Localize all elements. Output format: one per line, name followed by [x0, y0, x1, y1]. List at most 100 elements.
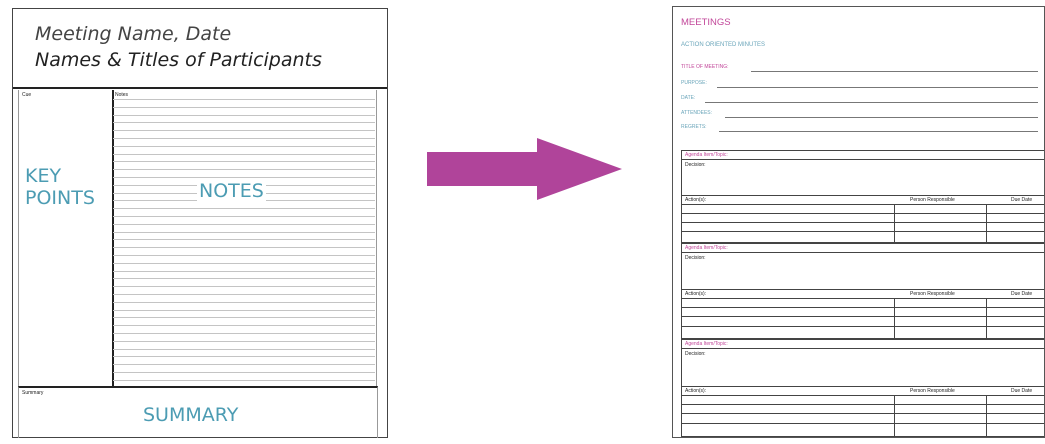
agenda-topic-label: Agenda Item/Topic: [682, 151, 1044, 160]
field-label: REGRETS: [681, 124, 707, 130]
ruled-line [113, 99, 375, 100]
table-col-line [986, 298, 987, 339]
agenda-topic-label: Agenda Item/Topic: [682, 340, 1044, 349]
agenda-block: Agenda Item/Topic: Decision: Action(s): … [681, 243, 1044, 339]
meetings-template-page: MEETINGS ACTION ORIENTED MINUTES TITLE O… [672, 6, 1045, 438]
meetings-title: MEETINGS [681, 17, 731, 28]
ruled-line [113, 122, 375, 124]
field-label: PURPOSE: [681, 80, 707, 86]
ruled-line [113, 270, 375, 272]
table-row-line [682, 231, 1044, 232]
due-date-label: Due Date [1011, 197, 1033, 203]
ruled-line [113, 223, 375, 225]
ruled-line [113, 262, 375, 264]
ruled-line [113, 106, 375, 108]
ruled-line [113, 208, 375, 210]
meeting-name-text: Meeting Name, Date [35, 23, 232, 45]
ruled-line [113, 333, 375, 334]
ruled-line [113, 286, 375, 288]
key-points-text: KEY POINTS [25, 165, 95, 209]
table-row-line [682, 316, 1044, 317]
ruled-line [113, 153, 375, 155]
person-responsible-label: Person Responsible [910, 388, 955, 394]
ruled-line [113, 255, 375, 256]
ruled-line [113, 177, 375, 178]
field-label: ATTENDEES: [681, 110, 713, 116]
meetings-subtitle: ACTION ORIENTED MINUTES [681, 42, 766, 48]
cue-label: Cue [22, 92, 32, 98]
ruled-lines [113, 97, 375, 385]
table-col-line [986, 204, 987, 243]
table-row-line [682, 307, 1044, 308]
field-underline [719, 131, 1038, 132]
table-col-line [894, 395, 895, 437]
field-underline [717, 87, 1038, 88]
ruled-line [113, 364, 375, 366]
agenda-block: Agenda Item/Topic: Decision: Action(s): … [681, 339, 1044, 437]
table-row-line [682, 222, 1044, 223]
key-points-line1: KEY [25, 165, 62, 187]
decision-label: Decision: [685, 255, 706, 261]
table-col-line [986, 395, 987, 437]
summary-box: Summary SUMMARY [18, 386, 378, 438]
field-regrets: REGRETS: [681, 124, 1038, 134]
ruled-line [113, 239, 375, 241]
table-row-line [682, 213, 1044, 214]
ruled-line [113, 247, 375, 249]
table-col-line [894, 204, 895, 243]
field-attendees: ATTENDEES: [681, 110, 1038, 120]
ruled-line [113, 145, 375, 147]
table-col-line [894, 298, 895, 339]
agenda-block: Agenda Item/Topic: Decision: Action(s): … [681, 150, 1044, 243]
ruled-line [113, 231, 375, 233]
field-underline [751, 71, 1038, 72]
cue-column: Cue KEY POINTS [18, 90, 114, 386]
ruled-line [113, 379, 375, 381]
right-arrow-icon [427, 138, 622, 200]
notes-big-text: NOTES [197, 180, 266, 202]
due-date-label: Due Date [1011, 388, 1033, 394]
ruled-line [113, 216, 375, 217]
cornell-notes-page: Meeting Name, Date Names & Titles of Par… [12, 8, 388, 438]
field-date: DATE: [681, 95, 1038, 105]
key-points-line2: POINTS [25, 187, 95, 209]
summary-big-text: SUMMARY [143, 404, 239, 426]
ruled-line [113, 294, 375, 295]
table-row-line [682, 326, 1044, 327]
ruled-line [113, 356, 375, 358]
field-label: TITLE OF MEETING: [681, 64, 729, 70]
field-title-of-meeting: TITLE OF MEETING: [681, 64, 1038, 74]
field-underline [705, 102, 1038, 103]
person-responsible-label: Person Responsible [910, 291, 955, 297]
ruled-line [113, 301, 375, 303]
decision-label: Decision: [685, 162, 706, 168]
ruled-line [113, 325, 375, 327]
table-row-line [682, 413, 1044, 414]
decision-label: Decision: [685, 351, 706, 357]
field-underline [725, 117, 1038, 118]
agenda-topic-label: Agenda Item/Topic: [682, 244, 1044, 253]
ruled-line [113, 309, 375, 311]
table-row-line [682, 404, 1044, 405]
due-date-label: Due Date [1011, 291, 1033, 297]
ruled-line [113, 348, 375, 350]
actions-label: Action(s): [685, 291, 707, 297]
header-box: Meeting Name, Date Names & Titles of Par… [13, 9, 387, 89]
ruled-line [113, 114, 375, 116]
ruled-line [113, 138, 375, 139]
actions-label: Action(s): [685, 197, 707, 203]
table-row-line [682, 423, 1044, 424]
ruled-line [113, 317, 375, 319]
summary-label: Summary [22, 390, 44, 396]
participants-text: Names & Titles of Participants [35, 49, 322, 71]
actions-header: Action(s): Person Responsible Due Date [682, 386, 1044, 396]
ruled-line [113, 169, 375, 171]
actions-header: Action(s): Person Responsible Due Date [682, 195, 1044, 205]
ruled-line [113, 372, 375, 373]
actions-label: Action(s): [685, 388, 707, 394]
field-purpose: PURPOSE: [681, 80, 1038, 90]
ruled-line [113, 130, 375, 132]
notes-column: Notes NOTES [112, 90, 377, 386]
person-responsible-label: Person Responsible [910, 197, 955, 203]
ruled-line [113, 278, 375, 280]
